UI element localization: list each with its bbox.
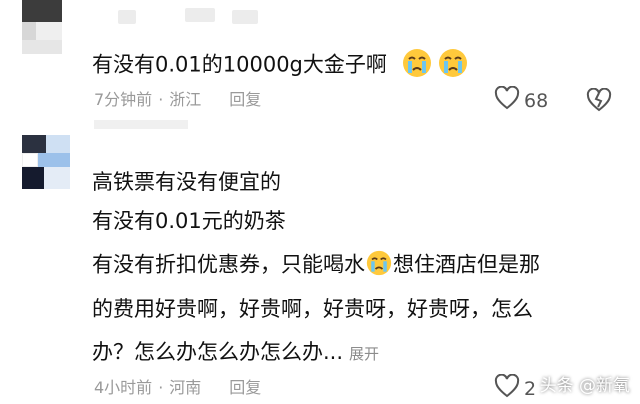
like-count: 2 <box>524 377 537 400</box>
expand-button[interactable]: 展开 <box>349 345 379 363</box>
redacted-strip <box>94 120 188 129</box>
comment-location: 浙江 <box>169 90 202 109</box>
comment-time: 7分钟前 <box>94 90 153 109</box>
heart-icon <box>494 373 520 403</box>
comment-line: 办？怎么办怎么办怎么办... 展开 <box>92 340 380 364</box>
heart-icon <box>494 85 520 115</box>
reply-button[interactable]: 回复 <box>229 378 261 397</box>
username-redacted <box>185 8 215 22</box>
avatar[interactable] <box>22 0 74 56</box>
avatar[interactable] <box>22 135 74 195</box>
crying-emoji-icon <box>438 48 468 83</box>
watermark: 头条 @新氧 <box>539 376 630 396</box>
comment-location: 河南 <box>169 378 202 397</box>
comment-time: 4小时前 <box>94 378 153 397</box>
comment-line: 有没有折扣优惠券，只能喝水 想住酒店但是那 <box>92 250 540 281</box>
comment-text: 有没有0.01的10000g大金子啊 <box>92 48 468 83</box>
like-button[interactable]: 2 <box>494 373 537 403</box>
like-button[interactable]: 68 <box>494 85 549 115</box>
comment-line: 高铁票有没有便宜的 <box>92 170 281 194</box>
username-redacted <box>118 10 136 24</box>
dislike-icon <box>586 87 612 116</box>
dislike-button[interactable] <box>586 87 612 116</box>
reply-button[interactable]: 回复 <box>229 90 261 109</box>
comment-line: 有没有0.01元的奶茶 <box>92 209 286 233</box>
crying-emoji-icon <box>366 250 392 281</box>
comment-meta: 7分钟前 · 浙江 回复 <box>94 90 262 109</box>
like-count: 68 <box>524 89 549 112</box>
username-redacted <box>232 10 258 24</box>
crying-emoji-icon <box>402 48 432 83</box>
comment-meta: 4小时前 · 河南 回复 <box>94 378 262 397</box>
comment-line: 的费用好贵啊，好贵啊，好贵呀，好贵呀，怎么 <box>92 297 533 321</box>
